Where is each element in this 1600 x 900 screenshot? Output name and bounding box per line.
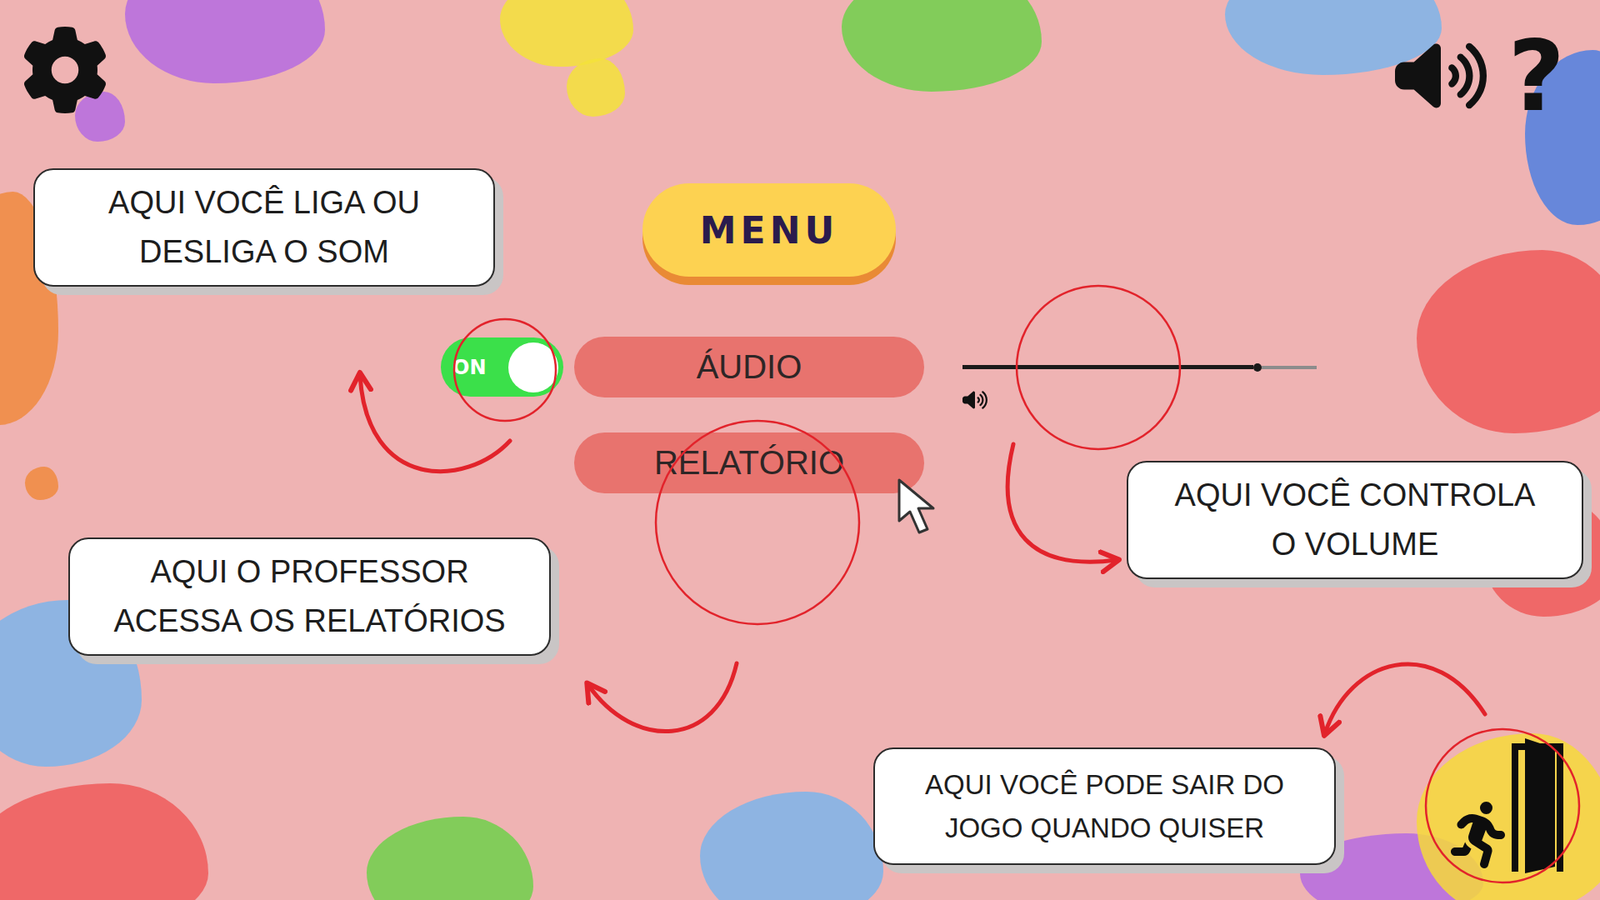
arrow-icon: [360, 375, 510, 472]
callout-line: AQUI VOCÊ LIGA OU: [108, 178, 420, 228]
exit-button[interactable]: [1446, 733, 1567, 875]
callout: AQUI VOCÊ LIGA OUDESLIGA O SOM: [33, 168, 495, 287]
callout-line: O VOLUME: [1271, 520, 1440, 570]
callout-line: ACESSA OS RELATÓRIOS: [113, 596, 505, 646]
speaker-icon: [962, 387, 988, 413]
help-button[interactable]: ?: [1505, 26, 1569, 125]
paint-splat: [500, 0, 634, 67]
volume-rest: [1261, 365, 1318, 370]
callout: AQUI VOCÊ PODE SAIR DOJOGO QUANDO QUISER: [873, 747, 1336, 865]
callout-line: DESLIGA O SOM: [139, 227, 390, 277]
highlight-circle: [454, 319, 556, 421]
arrow-icon: [588, 663, 737, 732]
paint-splat: [0, 783, 209, 900]
paint-splat: [366, 816, 534, 900]
paint-splat: [125, 0, 325, 84]
highlight-circle: [655, 420, 860, 625]
callout-line: JOGO QUANDO QUISER: [945, 806, 1265, 850]
cursor-icon: [896, 477, 949, 538]
sound-button[interactable]: [1395, 30, 1487, 122]
volume-icon: [962, 387, 1317, 413]
speaker-icon: [1395, 30, 1487, 122]
top-tools: ?: [1395, 26, 1569, 125]
gear-icon: [21, 26, 109, 114]
menu-title: MENU: [642, 183, 896, 277]
paint-splat: [700, 791, 884, 900]
callout-line: AQUI VOCÊ CONTROLA: [1175, 470, 1536, 520]
arrow-icon: [1325, 664, 1485, 734]
volume-fill: [962, 365, 1254, 370]
toggle-knob: [508, 342, 559, 393]
paint-splat: [841, 0, 1042, 92]
callout-line: AQUI VOCÊ PODE SAIR DO: [925, 763, 1285, 806]
callout: AQUI O PROFESSORACESSA OS RELATÓRIOS: [68, 537, 551, 656]
callout-line: AQUI O PROFESSOR: [150, 547, 469, 597]
door-icon: [1508, 733, 1567, 875]
runner-icon: [1446, 801, 1514, 869]
menu-option[interactable]: ÁUDIO: [574, 336, 925, 398]
menu-screen: ? MENU ON ÁUDIO RELATÓRIO AQUI VOCÊ LIGA OUDE…: [0, 0, 1600, 900]
arrow-icon: [1007, 444, 1117, 562]
highlight-circle: [1016, 285, 1180, 450]
settings-button[interactable]: [21, 26, 109, 114]
top-bar: ?: [0, 0, 1600, 117]
volume-slider[interactable]: [962, 336, 1317, 398]
paint-splat: [566, 58, 625, 117]
callout: AQUI VOCÊ CONTROLAO VOLUME: [1126, 460, 1584, 580]
toggle-label: ON: [452, 355, 487, 380]
paint-splat: [25, 466, 59, 500]
volume-knob[interactable]: [1253, 363, 1262, 372]
menu-option[interactable]: RELATÓRIO: [574, 432, 925, 494]
menu-row: ON ÁUDIO: [440, 336, 1600, 398]
highlight-circle: [1425, 729, 1580, 883]
volume-track[interactable]: [962, 363, 1317, 371]
sound-toggle[interactable]: ON: [440, 337, 564, 397]
paint-splat: [1416, 250, 1600, 434]
